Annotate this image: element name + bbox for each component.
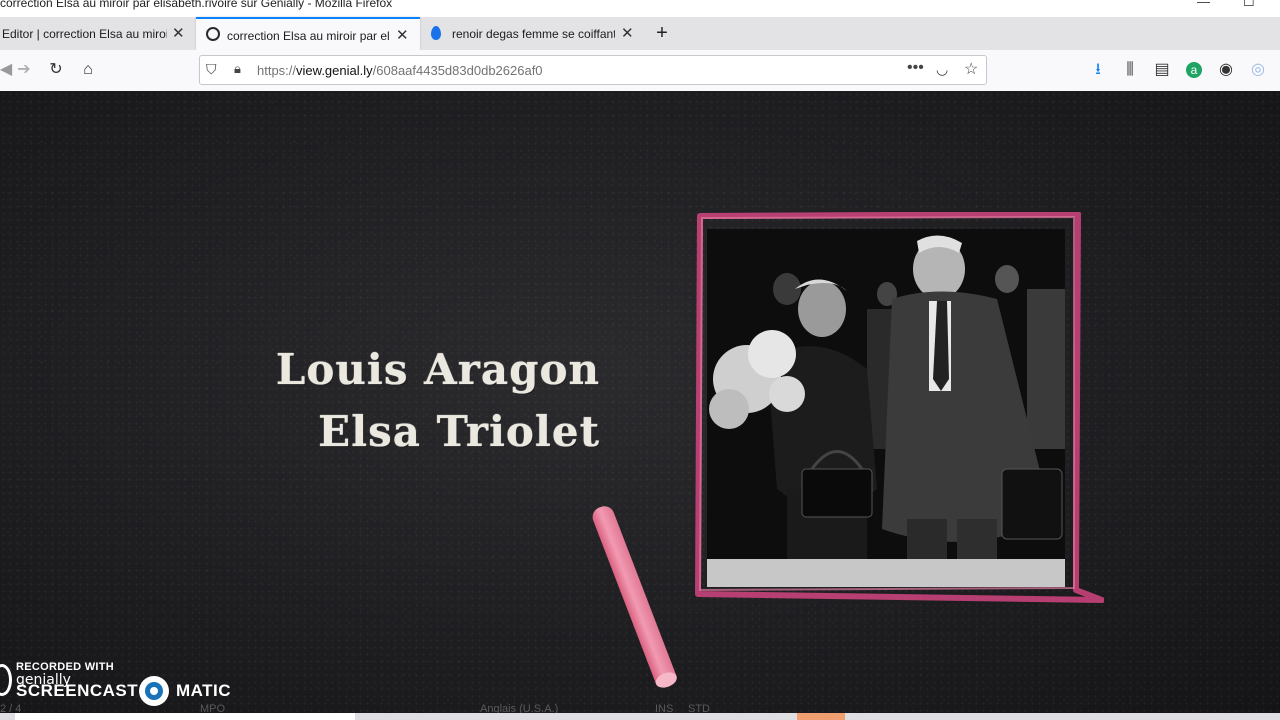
close-tab-icon[interactable]: ✕ [621,24,634,42]
minimize-icon[interactable]: — [1197,0,1210,9]
tab-editor[interactable]: Editor | correction Elsa au miroir ✕ [0,17,195,50]
aragon-triolet-photo [707,229,1065,587]
screencast-record-icon [139,676,169,706]
bookmark-star-icon[interactable]: ☆ [964,59,978,79]
download-icon[interactable]: ⭳ [1088,60,1108,80]
lock-icon[interactable]: 🔒︎ [234,61,241,77]
url-host: view.genial.ly [296,63,373,78]
reload-icon[interactable]: ↻ [46,60,66,80]
home-icon[interactable]: ⌂ [78,60,98,80]
tab-label: Editor | correction Elsa au miroir [2,27,167,41]
library-icon[interactable]: ⫼ [1120,60,1140,80]
new-tab-icon[interactable]: + [651,22,673,44]
tab-renoir[interactable]: renoir degas femme se coiffant ✕ [421,17,646,50]
drop-favicon-icon [431,26,441,40]
url-prefix: https:// [257,63,297,78]
heading-line-aragon: Louis Aragon [275,345,600,394]
maximize-icon[interactable]: ☐ [1243,0,1255,10]
screencast-label: SCREENCAST [16,681,139,700]
pocket-icon[interactable]: ◡ [936,61,948,78]
url-path: /608aaf4435d83d0db2626af0 [372,63,543,78]
page-actions-icon[interactable]: ••• [907,59,924,77]
forward-icon[interactable]: ➔ [14,60,34,80]
window-titlebar: correction Elsa au miroir par elisabeth.… [0,0,1280,17]
extension-icon[interactable]: a [1184,60,1204,80]
tab-strip: Editor | correction Elsa au miroir ✕ cor… [0,17,1280,50]
extension-globe-icon[interactable]: ◎ [1248,60,1268,80]
matic-label: MATIC [176,681,232,700]
url-bar[interactable]: ⛉ 🔒︎ https://view.genial.ly/608aaf4435d8… [199,55,987,85]
tab-label: correction Elsa au miroir par elisabeth [227,29,389,43]
url-text: https://view.genial.ly/608aaf4435d83d0db… [257,63,543,78]
close-tab-icon[interactable]: ✕ [396,26,409,44]
close-tab-icon[interactable]: ✕ [172,24,185,42]
tab-correction[interactable]: correction Elsa au miroir par elisabeth … [196,17,420,50]
taskbar-strip [0,713,1280,720]
shield-icon[interactable]: ⛉ [206,61,217,78]
window-title: correction Elsa au miroir par elisabeth.… [0,0,393,10]
tab-label: renoir degas femme se coiffant [452,27,615,41]
account-icon[interactable]: ◉ [1216,60,1236,80]
heading-line-triolet: Elsa Triolet [318,407,600,456]
sidebar-icon[interactable]: ▤ [1152,60,1172,80]
navigation-bar: ◀ ➔ ↻ ⌂ ⛉ 🔒︎ https://view.genial.ly/608a… [0,50,1280,92]
taskbar-highlight [797,713,845,720]
taskbar-segment [15,713,355,720]
genially-favicon-icon [206,27,220,41]
slide-heading: Louis Aragon Elsa Triolet [270,339,600,463]
